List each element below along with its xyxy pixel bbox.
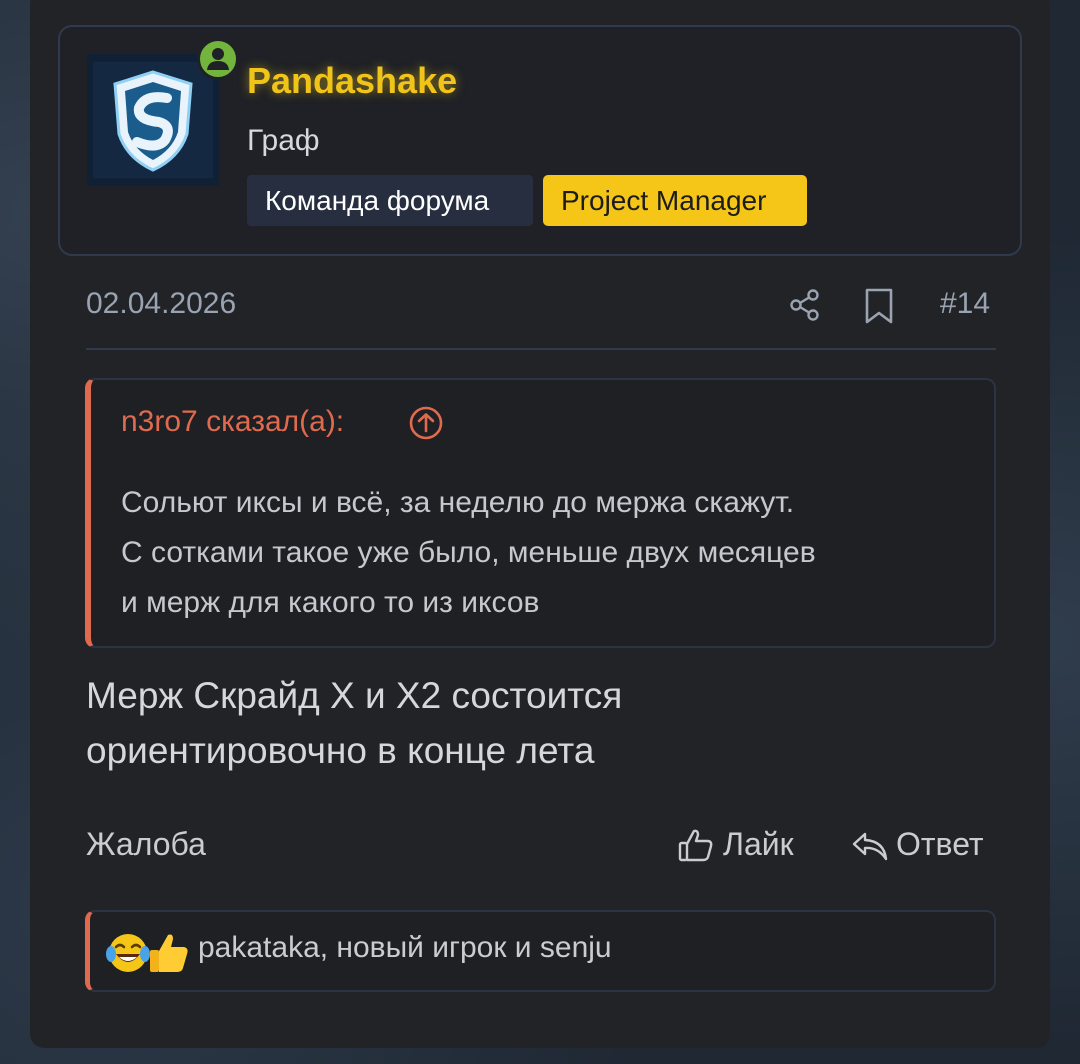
post-date[interactable]: 02.04.2026 xyxy=(86,287,236,321)
user-online-icon xyxy=(197,38,239,80)
share-icon[interactable] xyxy=(787,287,823,323)
quote-text-line: и мерж для какого то из иксов xyxy=(121,586,540,619)
username[interactable]: Pandashake xyxy=(247,60,457,102)
thumbs-up-icon[interactable] xyxy=(677,826,715,864)
thumbs-up-emoji xyxy=(150,934,188,972)
reaction-users-link[interactable]: pakataka, новый игрок и senju xyxy=(198,931,612,965)
arrow-up-circle-icon[interactable] xyxy=(408,405,444,441)
divider xyxy=(86,348,996,350)
like-button[interactable]: Лайк xyxy=(723,826,794,863)
quote-text-line: С сотками такое уже было, меньше двух ме… xyxy=(121,536,816,569)
badge-forum-team: Команда форума xyxy=(247,175,533,226)
reply-icon[interactable] xyxy=(850,828,890,864)
quote-text-line: Сольют иксы и всё, за неделю до мержа ск… xyxy=(121,486,795,519)
user-title: Граф xyxy=(247,124,320,157)
bookmark-icon[interactable] xyxy=(862,287,896,325)
report-button[interactable]: Жалоба xyxy=(86,826,206,863)
laughing-crying-emoji xyxy=(106,934,150,972)
quote-author-link[interactable]: n3ro7 сказал(а): xyxy=(121,405,344,439)
post-number-link[interactable]: #14 xyxy=(940,287,990,321)
message-text-line: Мерж Скрайд X и X2 состоится xyxy=(86,675,623,716)
message-text-line: ориентировочно в конце лета xyxy=(86,730,595,771)
badge-project-manager: Project Manager xyxy=(543,175,807,226)
reply-button[interactable]: Ответ xyxy=(896,826,984,863)
